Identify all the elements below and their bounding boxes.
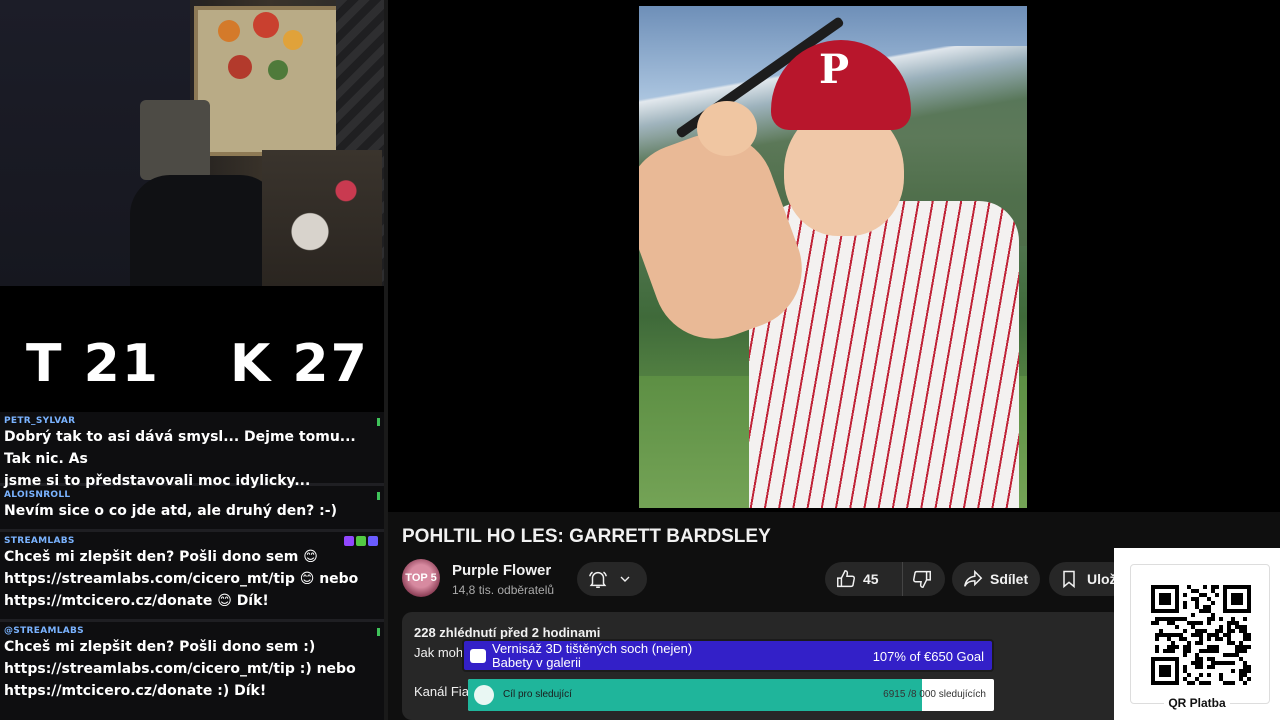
webcam-chair (130, 175, 280, 286)
description-text: Jak moh (414, 645, 464, 660)
bell-icon (589, 571, 607, 588)
chat-text: Nevím sice o co jde atd, ale druhý den? … (4, 503, 337, 519)
webcam-clutter (262, 150, 382, 286)
chat-message: ALOISNROLL Nevím sice o co jde atd, ale … (0, 486, 384, 532)
channel-subscribers: 14,8 tis. odběratelů (452, 583, 555, 597)
hand (697, 101, 757, 156)
chat-marker (377, 628, 380, 636)
webcam-feed (0, 0, 384, 286)
share-button[interactable]: Sdílet (952, 562, 1040, 596)
webcam-painting (194, 6, 340, 156)
qr-frame (1130, 564, 1270, 704)
qr-label: QR Platba (1114, 696, 1280, 710)
video-player[interactable]: P (388, 0, 1280, 512)
subscribe-bell-button[interactable] (577, 562, 647, 596)
chat-panel: PETR_SYLVAR Dobrý tak to asi dává smysl.… (0, 412, 384, 720)
chat-text: Chceš mi zlepšit den? Pošli dono sem 😊 h… (4, 549, 359, 609)
badge-icon (368, 536, 378, 546)
chat-marker (377, 492, 380, 500)
goal-title: Vernisáž 3D tištěných soch (nejen) Babet… (492, 641, 693, 670)
chat-marker (377, 418, 380, 426)
save-label: Ulož (1087, 571, 1117, 587)
webcam-speaker (140, 100, 210, 180)
chat-username[interactable]: @STREAMLABS (4, 626, 380, 636)
score-panel: T 21 K 27 (0, 286, 384, 412)
thumbs-up-icon (837, 570, 855, 588)
chat-username[interactable]: ALOISNROLL (4, 490, 380, 500)
dislike-button[interactable] (903, 562, 933, 596)
qr-payment-panel: QR Platba (1114, 548, 1280, 720)
cap-logo: P (819, 46, 850, 93)
chat-text: Dobrý tak to asi dává smysl... Dejme tom… (4, 429, 356, 489)
follower-goal-bar: Cíl pro sledující 6915 /8 000 sledujícíc… (468, 679, 994, 711)
channel-avatar-text: TOP 5 (405, 572, 437, 584)
chat-message: PETR_SYLVAR Dobrý tak to asi dává smysl.… (0, 412, 384, 489)
qr-label-text: QR Platba (1164, 696, 1230, 710)
chat-username[interactable]: STREAMLABS (4, 536, 380, 546)
badge-icon (356, 536, 366, 546)
description-text: Kanál Fia (414, 684, 469, 699)
video-title: POHLTIL HO LES: GARRETT BARDSLEY (402, 526, 771, 547)
donation-goal-bar: Vernisáž 3D tištěných soch (nejen) Babet… (462, 639, 994, 672)
chat-badges (344, 536, 378, 546)
follower-goal-label: Cíl pro sledující (503, 689, 572, 700)
bookmark-icon (1063, 570, 1075, 589)
like-button[interactable]: 45 (825, 562, 903, 596)
channel-name[interactable]: Purple Flower (452, 562, 551, 579)
qr-code (1151, 585, 1251, 685)
donation-icon (470, 649, 486, 663)
like-count: 45 (863, 571, 879, 587)
share-arrow-icon (964, 569, 983, 587)
video-frame: P (639, 6, 1027, 508)
chat-message: @STREAMLABS Chceš mi zlepšit den? Pošli … (0, 622, 384, 712)
share-label: Sdílet (990, 571, 1029, 587)
score-t: T 21 (26, 334, 160, 394)
like-dislike-group: 45 (825, 562, 945, 596)
channel-avatar[interactable]: TOP 5 (402, 559, 440, 597)
goal-progress: 107% of €650 Goal (872, 649, 984, 664)
thumbs-down-icon (913, 570, 931, 588)
views-and-date: 228 zhlédnutí před 2 hodinami (414, 625, 601, 640)
follower-goal-count: 6915 /8 000 sledujících (883, 689, 986, 700)
badge-icon (344, 536, 354, 546)
chevron-down-icon (620, 576, 630, 582)
score-k: K 27 (230, 334, 369, 394)
chat-text: Chceš mi zlepšit den? Pošli dono sem :) … (4, 639, 356, 699)
chat-message: STREAMLABS Chceš mi zlepšit den? Pošli d… (0, 532, 384, 622)
heart-icon (474, 685, 494, 705)
chat-username[interactable]: PETR_SYLVAR (4, 416, 380, 426)
